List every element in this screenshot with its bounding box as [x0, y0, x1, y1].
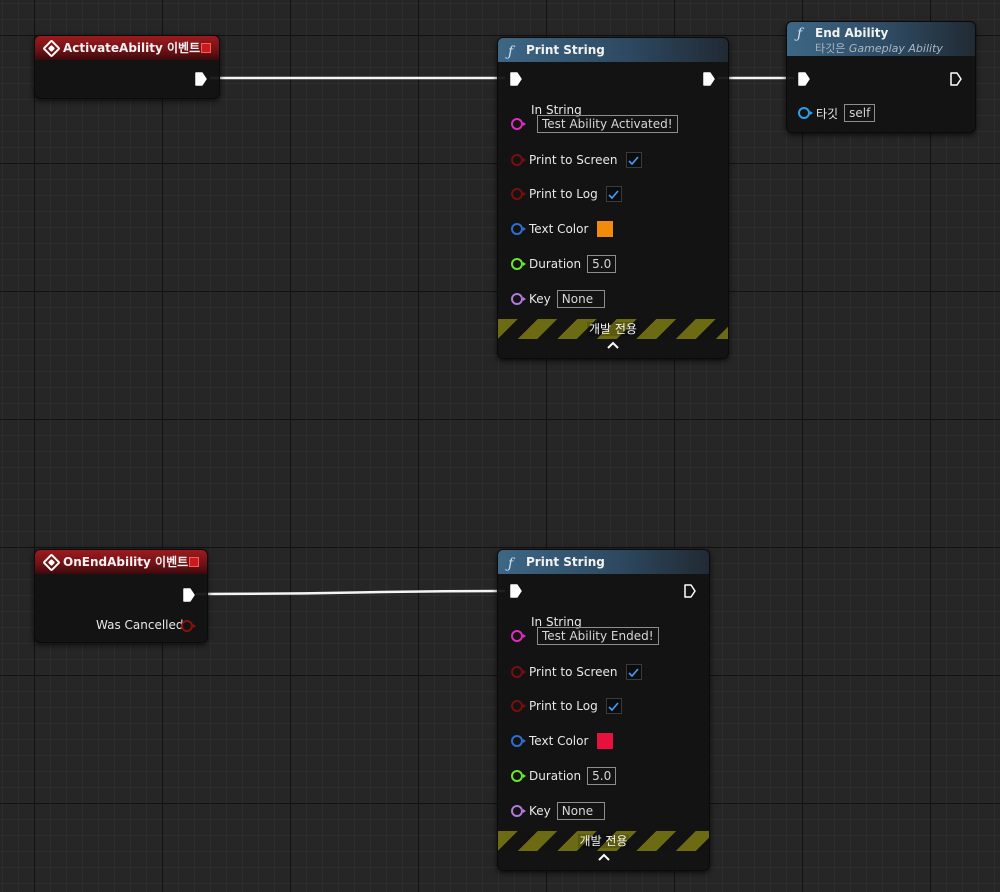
key-label: Key [529, 292, 551, 306]
duration-label: Duration [529, 257, 582, 271]
function-icon: ƒ [797, 26, 803, 42]
check-icon [608, 701, 619, 711]
function-node-title: Print String [526, 43, 605, 57]
check-icon [628, 155, 639, 165]
float-pin-icon[interactable] [511, 770, 526, 782]
exec-wire-onend-to-print2[interactable] [195, 589, 506, 596]
color-pin-icon[interactable] [511, 735, 526, 747]
name-pin-icon[interactable] [511, 805, 526, 817]
duration-label: Duration [529, 769, 582, 783]
event-node-title: ActivateAbility 이벤트 [63, 41, 201, 55]
exec-out-pin-icon[interactable] [950, 72, 962, 86]
collapse-chevron-icon[interactable] [498, 850, 709, 864]
function-icon: ƒ [508, 556, 514, 572]
function-node-header[interactable]: ƒ Print String [498, 38, 728, 62]
object-pin-icon[interactable] [798, 107, 813, 119]
string-pin-icon[interactable] [511, 630, 526, 642]
function-node-end-ability[interactable]: ƒ End Ability 타깃은 Gameplay Ability 타깃 se… [786, 21, 976, 133]
function-node-header[interactable]: ƒ End Ability 타깃은 Gameplay Ability [787, 22, 975, 56]
in-string-pin[interactable]: Test Ability Activated! [511, 115, 678, 133]
duration-field[interactable]: 5.0 [587, 255, 617, 273]
bool-pin-icon[interactable] [181, 620, 196, 632]
blueprint-graph-canvas[interactable]: ActivateAbility 이벤트 ƒ Print String In St… [0, 0, 1000, 892]
target-subtitle-class: Gameplay Ability [848, 42, 943, 55]
delegate-pin-icon[interactable] [189, 557, 199, 567]
string-pin-icon[interactable] [511, 118, 526, 130]
event-node-activate-ability[interactable]: ActivateAbility 이벤트 [34, 35, 220, 99]
bool-pin-icon[interactable] [511, 154, 526, 166]
exec-out-pin-icon[interactable] [703, 72, 715, 86]
key-label: Key [529, 804, 551, 818]
duration-field[interactable]: 5.0 [587, 767, 617, 785]
function-node-print-string-2[interactable]: ƒ Print String In String Test Ability En… [497, 549, 710, 871]
key-field[interactable]: None [556, 290, 605, 308]
event-icon [42, 553, 61, 572]
color-pin-icon[interactable] [511, 223, 526, 235]
check-icon [628, 667, 639, 677]
in-string-pin[interactable]: Test Ability Ended! [511, 627, 659, 645]
event-node-on-end-ability[interactable]: OnEndAbility 이벤트 Was Cancelled [34, 549, 208, 643]
text-color-label: Text Color [529, 734, 589, 748]
collapse-chevron-icon[interactable] [498, 338, 728, 352]
print-to-log-pin: Print to Log [511, 698, 622, 714]
print-to-log-pin: Print to Log [511, 186, 622, 202]
function-node-print-string-1[interactable]: ƒ Print String In String Test Ability Ac… [497, 37, 729, 359]
exec-in-pin-icon[interactable] [510, 72, 522, 86]
text-color-pin: Text Color [511, 732, 615, 750]
key-pin: Key None [511, 802, 605, 820]
text-color-swatch[interactable] [596, 732, 615, 750]
function-icon: ƒ [508, 44, 514, 60]
delegate-pin-icon[interactable] [201, 43, 211, 53]
exec-out-pin-icon[interactable] [684, 584, 696, 598]
float-pin-icon[interactable] [511, 258, 526, 270]
text-color-swatch[interactable] [596, 220, 615, 238]
in-string-field[interactable]: Test Ability Ended! [537, 627, 659, 645]
print-to-log-label: Print to Log [529, 699, 598, 713]
text-color-pin: Text Color [511, 220, 615, 238]
was-cancelled-label: Was Cancelled [96, 618, 184, 632]
event-node-header[interactable]: OnEndAbility 이벤트 [35, 550, 207, 574]
duration-pin: Duration 5.0 [511, 255, 617, 273]
development-only-label: 개발 전용 [577, 834, 630, 848]
function-node-title: Print String [526, 555, 605, 569]
print-to-screen-checkbox[interactable] [625, 152, 642, 168]
bool-pin-icon[interactable] [511, 700, 526, 712]
target-label: 타깃 [816, 106, 839, 121]
bool-pin-icon[interactable] [511, 666, 526, 678]
name-pin-icon[interactable] [511, 293, 526, 305]
text-color-label: Text Color [529, 222, 589, 236]
bool-pin-icon[interactable] [511, 188, 526, 200]
print-to-screen-pin: Print to Screen [511, 664, 642, 680]
development-only-banner: 개발 전용 [498, 831, 709, 851]
in-string-field[interactable]: Test Ability Activated! [537, 115, 678, 133]
exec-in-pin-icon[interactable] [510, 584, 522, 598]
target-subtitle: 타깃은 Gameplay Ability [815, 41, 975, 57]
check-icon [608, 189, 619, 199]
development-only-label: 개발 전용 [587, 322, 639, 336]
print-to-screen-label: Print to Screen [529, 153, 618, 167]
exec-out-pin-icon[interactable] [183, 588, 195, 602]
print-to-log-checkbox[interactable] [605, 698, 622, 714]
print-to-log-label: Print to Log [529, 187, 598, 201]
key-field[interactable]: None [556, 802, 605, 820]
key-pin: Key None [511, 290, 605, 308]
function-node-header[interactable]: ƒ Print String [498, 550, 709, 574]
print-to-screen-label: Print to Screen [529, 665, 618, 679]
exec-in-pin-icon[interactable] [798, 72, 810, 86]
event-icon [42, 39, 61, 58]
print-to-screen-pin: Print to Screen [511, 152, 642, 168]
target-field[interactable]: self [844, 104, 876, 122]
function-node-title: End Ability [815, 26, 889, 40]
exec-out-pin-icon[interactable] [195, 72, 207, 86]
target-subtitle-prefix: 타깃은 [815, 42, 846, 55]
development-only-banner: 개발 전용 [498, 319, 728, 339]
event-node-title: OnEndAbility 이벤트 [63, 555, 189, 569]
target-pin: 타깃 self [798, 104, 876, 122]
event-node-header[interactable]: ActivateAbility 이벤트 [35, 36, 219, 60]
print-to-screen-checkbox[interactable] [625, 664, 642, 680]
print-to-log-checkbox[interactable] [605, 186, 622, 202]
duration-pin: Duration 5.0 [511, 767, 617, 785]
